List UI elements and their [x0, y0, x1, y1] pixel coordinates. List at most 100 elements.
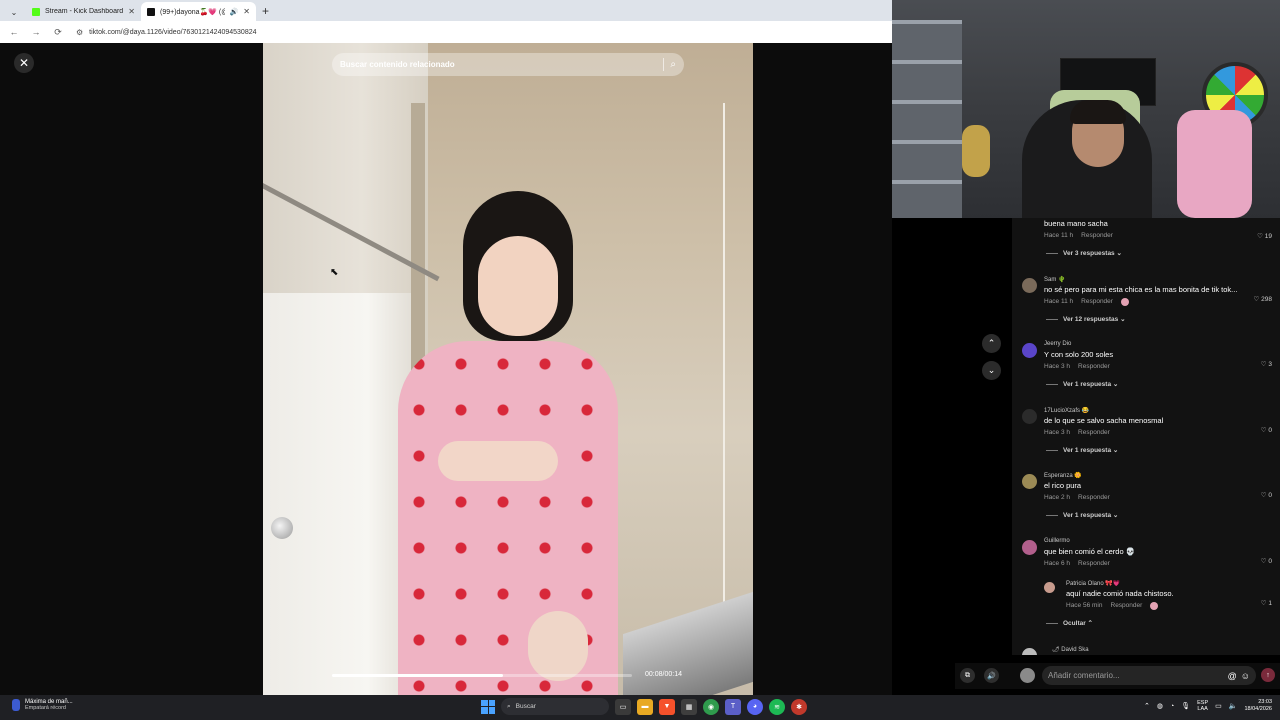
video-progress-fill: [332, 674, 503, 677]
related-search-bar[interactable]: Buscar contenido relacionado ⌕: [332, 53, 684, 76]
comment-user[interactable]: Esperanza 🌼: [1044, 472, 1082, 479]
reply-button[interactable]: Responder: [1078, 363, 1110, 370]
mention-icon[interactable]: @: [1228, 671, 1237, 681]
avatar[interactable]: [1044, 582, 1055, 593]
tab-close-icon[interactable]: ✕: [243, 7, 250, 16]
language-indicator[interactable]: ESP LAA: [1197, 700, 1208, 712]
reload-icon[interactable]: ⟳: [52, 27, 64, 38]
emoji-icon[interactable]: ☺: [1241, 671, 1250, 681]
speaker-icon[interactable]: 🔊: [230, 8, 239, 16]
comment-meta: Hace 2 h Responder: [1044, 494, 1110, 501]
browser-tab-strip: ⌄ Stream - Kick Dashboard ✕ (99+)dayona🍒…: [0, 0, 892, 21]
reply-button[interactable]: Responder: [1078, 560, 1110, 567]
tab-close-icon[interactable]: ✕: [128, 7, 135, 16]
reply-button[interactable]: Responder: [1078, 494, 1110, 501]
avatar[interactable]: [1022, 648, 1037, 655]
reply-button[interactable]: Responder: [1081, 232, 1113, 239]
comment-time: Hace 2 h: [1044, 494, 1071, 501]
like-button[interactable]: ♡ 0: [1261, 491, 1272, 499]
teams-icon[interactable]: T: [725, 698, 741, 715]
view-replies-button[interactable]: Ver 3 respuestas ⌄: [1046, 249, 1122, 257]
previous-video-chevron-up-icon[interactable]: ⌃: [982, 334, 1001, 353]
search-icon[interactable]: ⌕: [670, 59, 676, 70]
comment-user[interactable]: Guillermo: [1044, 538, 1070, 544]
video-progress-bar[interactable]: [332, 674, 632, 677]
volume-icon[interactable]: 🔊: [984, 668, 999, 683]
tray-app-icon[interactable]: ◔: [1170, 703, 1174, 710]
brave-browser-icon[interactable]: ▼: [659, 698, 675, 715]
view-replies-button[interactable]: Ver 12 respuestas ⌄: [1046, 315, 1126, 323]
network-icon[interactable]: ▭: [1215, 702, 1222, 710]
discord-icon[interactable]: ◕: [747, 698, 763, 715]
comment-input[interactable]: Añadir comentario... @ ☺: [1042, 666, 1256, 685]
weather-widget[interactable]: Máxima de mañ... Empatará récord: [12, 699, 73, 711]
comment-user[interactable]: Jeerry Dio: [1044, 341, 1071, 347]
url-field[interactable]: ⚙ tiktok.com/@daya.1126/video/7630121424…: [76, 28, 257, 37]
like-button[interactable]: ♡ 1: [1261, 599, 1272, 607]
tab-search-chevron-icon[interactable]: ⌄: [6, 3, 22, 21]
webcam-shelf: [892, 20, 962, 218]
like-button[interactable]: ♡ 0: [1261, 426, 1272, 434]
like-count: 19: [1264, 233, 1272, 240]
new-tab-button[interactable]: +: [262, 2, 269, 21]
comments-panel: buena mano sacha Hace 11 h Responder ♡ 1…: [1012, 218, 1280, 655]
replies-line: [1046, 622, 1058, 624]
chevron-up-icon[interactable]: ⌃: [1144, 702, 1150, 710]
hide-replies-button[interactable]: Ocultar ⌃: [1046, 619, 1093, 627]
volume-icon[interactable]: 🔈: [1229, 702, 1238, 710]
close-button[interactable]: ✕: [14, 53, 34, 73]
send-arrow-up-icon[interactable]: ↑: [1261, 668, 1275, 682]
avatar[interactable]: [1022, 343, 1037, 358]
like-button[interactable]: ♡ 19: [1257, 232, 1272, 240]
view-replies-button[interactable]: Ver 1 respuesta ⌄: [1046, 380, 1118, 388]
like-button[interactable]: ♡ 298: [1254, 295, 1273, 303]
view-replies-button[interactable]: Ver 1 respuesta ⌄: [1046, 511, 1118, 519]
file-explorer-icon[interactable]: ▬: [637, 698, 653, 715]
like-button[interactable]: ♡ 3: [1261, 360, 1272, 368]
tab-kick-dashboard[interactable]: Stream - Kick Dashboard ✕: [26, 2, 141, 21]
tab-tiktok-video[interactable]: (99+)dayona🍒💗 (@daya 🔊 ✕: [141, 2, 256, 21]
weather-subtitle: Empatará récord: [25, 705, 66, 711]
spotify-icon[interactable]: ≋: [769, 698, 785, 715]
person-face: [478, 236, 558, 336]
reply-button[interactable]: Responder: [1078, 429, 1110, 436]
tray-app-icon[interactable]: ◍: [1157, 702, 1163, 710]
comment-meta: Hace 3 h Responder: [1044, 429, 1110, 436]
avatar[interactable]: [1022, 409, 1037, 424]
like-button[interactable]: ♡ 0: [1261, 557, 1272, 565]
video-player[interactable]: Buscar contenido relacionado ⌕ 00:08/00:…: [263, 43, 753, 695]
reply-button[interactable]: Responder: [1111, 602, 1143, 610]
microphone-icon[interactable]: 🎙: [1181, 702, 1190, 710]
creator-liked-avatar: [1150, 602, 1159, 610]
tab-title: Stream - Kick Dashboard: [45, 8, 124, 15]
chrome-icon[interactable]: ◉: [703, 698, 719, 715]
task-view-icon[interactable]: ▭: [615, 698, 631, 715]
comment-user[interactable]: 17LucioXzafs 😂: [1044, 407, 1089, 414]
comment-text: de lo que se salvo sacha menosmal: [1044, 416, 1164, 425]
picture-in-picture-icon[interactable]: ⧉: [960, 668, 975, 683]
screen: ⌄ Stream - Kick Dashboard ✕ (99+)dayona🍒…: [0, 0, 1280, 720]
avatar[interactable]: [1022, 540, 1037, 555]
forward-arrow-icon[interactable]: →: [30, 27, 42, 37]
next-video-chevron-down-icon[interactable]: ⌄: [982, 361, 1001, 380]
reply-button[interactable]: Responder: [1081, 298, 1113, 306]
avatar[interactable]: [1022, 278, 1037, 293]
clock[interactable]: 23:03 18/04/2026: [1244, 699, 1272, 713]
view-replies-button[interactable]: Ver 1 respuesta ⌄: [1046, 446, 1118, 454]
system-tray: ⌃ ◍ ◔ 🎙 ESP LAA ▭ 🔈 23:03 18/04/2026: [1144, 699, 1272, 713]
app-icon[interactable]: ✱: [791, 698, 807, 715]
thermometer-icon: [12, 699, 20, 711]
comment-user[interactable]: 🌶 David Ska: [1052, 646, 1089, 653]
hide-replies-label: Ocultar ⌃: [1063, 620, 1094, 627]
weather-text: Máxima de mañ... Empatará récord: [25, 699, 73, 711]
windows-start-icon[interactable]: [481, 699, 495, 714]
taskbar-search[interactable]: ⌕ Buscar: [501, 698, 609, 715]
avatar[interactable]: [1022, 474, 1037, 489]
creator-liked-avatar: [1120, 298, 1129, 306]
like-count: 0: [1268, 427, 1272, 434]
comment-user[interactable]: Patricia Olano 🎀💗: [1066, 580, 1120, 587]
back-arrow-icon[interactable]: ←: [8, 27, 20, 37]
site-info-icon[interactable]: ⚙: [76, 28, 83, 37]
calculator-icon[interactable]: ▦: [681, 698, 697, 715]
comment-user[interactable]: Sam 🌵: [1044, 276, 1065, 283]
